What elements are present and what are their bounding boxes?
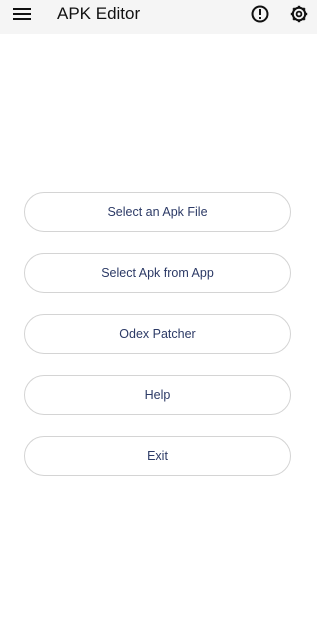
gear-icon[interactable] — [289, 4, 309, 24]
help-button[interactable]: Help — [24, 375, 291, 415]
select-apk-file-button[interactable]: Select an Apk File — [24, 192, 291, 232]
info-icon[interactable] — [250, 4, 270, 24]
exit-button[interactable]: Exit — [24, 436, 291, 476]
app-title: APK Editor — [57, 4, 141, 23]
select-apk-from-app-button[interactable]: Select Apk from App — [24, 253, 291, 293]
menu-icon[interactable] — [12, 6, 32, 22]
odex-patcher-button[interactable]: Odex Patcher — [24, 314, 291, 354]
app-bar: APK Editor — [0, 0, 317, 34]
